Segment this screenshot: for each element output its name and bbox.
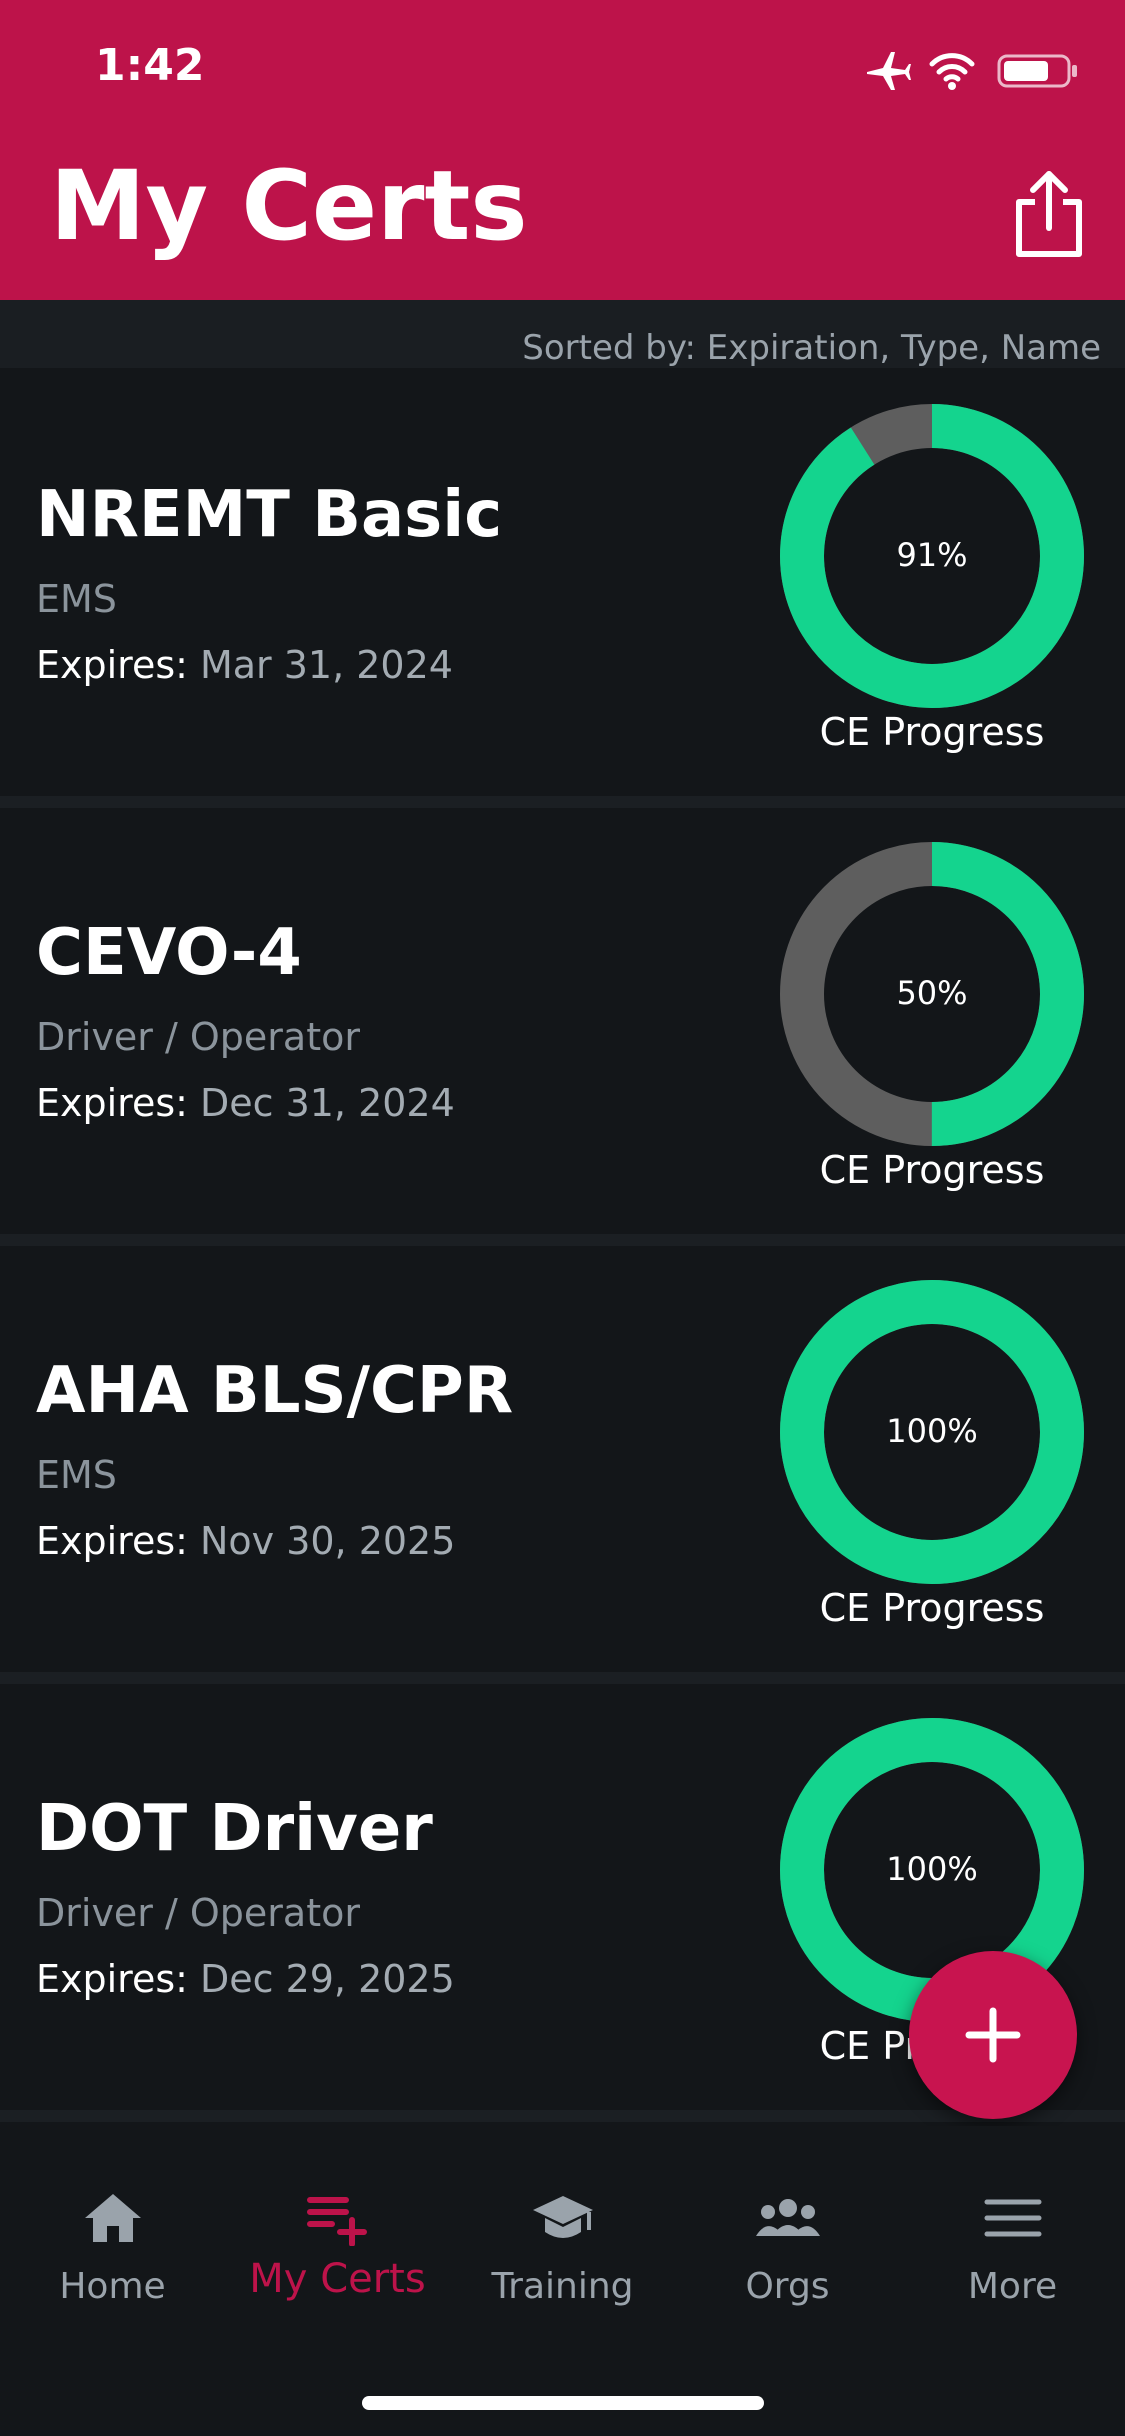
tab-label: Orgs <box>745 2266 830 2307</box>
expires-label: Expires: <box>36 643 188 687</box>
cert-expiry: Expires: Mar 31, 2024 <box>36 643 453 687</box>
tab-more[interactable]: More <box>900 2190 1125 2330</box>
menu-icon <box>984 2199 1041 2237</box>
cert-expiry: Expires: Nov 30, 2025 <box>36 1519 455 1563</box>
expires-date: Dec 29, 2025 <box>199 1957 455 2001</box>
cert-name: CEVO-4 <box>36 916 302 990</box>
ce-progress-percent: 91% <box>896 536 968 574</box>
tab-home[interactable]: Home <box>0 2190 225 2330</box>
wifi-icon <box>929 48 975 92</box>
airplane-icon <box>863 48 913 92</box>
share-button[interactable] <box>1011 168 1087 260</box>
expires-date: Nov 30, 2025 <box>199 1519 456 1563</box>
home-indicator <box>362 2396 764 2410</box>
ce-progress-label: CE Progress <box>819 1148 1045 1192</box>
sort-label[interactable]: Sorted by: Expiration, Type, Name <box>522 328 1101 368</box>
page-title: My Certs <box>50 150 528 262</box>
tab-label: Training <box>491 2266 634 2307</box>
cert-category: Driver / Operator <box>36 1891 360 1935</box>
share-icon <box>1016 171 1082 257</box>
expires-date: Mar 31, 2024 <box>199 643 453 687</box>
cert-name: AHA BLS/CPR <box>36 1354 514 1428</box>
ce-progress-percent: 100% <box>886 1412 978 1450</box>
cert-name: DOT Driver <box>36 1792 433 1866</box>
list-add-icon <box>306 2197 367 2246</box>
cert-expiry: Expires: Dec 29, 2025 <box>36 1957 455 2001</box>
ce-progress-percent: 50% <box>896 974 968 1012</box>
home-icon <box>84 2194 141 2242</box>
users-icon <box>755 2199 820 2236</box>
add-cert-button[interactable] <box>909 1951 1077 2119</box>
cert-category: Driver / Operator <box>36 1015 360 1059</box>
expires-label: Expires: <box>36 1519 188 1563</box>
cert-category: EMS <box>36 1453 117 1497</box>
tab-my-certs[interactable]: My Certs <box>225 2190 450 2330</box>
status-time: 1:42 <box>95 40 205 91</box>
card-divider <box>0 1672 1125 1684</box>
card-divider <box>0 796 1125 808</box>
plus-icon <box>965 2007 1021 2063</box>
expires-date: Dec 31, 2024 <box>199 1081 455 1125</box>
cert-expiry: Expires: Dec 31, 2024 <box>36 1081 455 1125</box>
tab-training[interactable]: Training <box>450 2190 675 2330</box>
tab-label: Home <box>59 2266 166 2307</box>
cert-category: EMS <box>36 577 117 621</box>
tab-label: More <box>967 2266 1058 2307</box>
tab-orgs[interactable]: Orgs <box>675 2190 900 2330</box>
expires-label: Expires: <box>36 1081 188 1125</box>
tab-label: My Certs <box>249 2256 426 2302</box>
ce-progress-percent: 100% <box>886 1850 978 1888</box>
expires-label: Expires: <box>36 1957 188 2001</box>
cert-name: NREMT Basic <box>36 478 503 552</box>
ce-progress-label: CE Progress <box>819 710 1045 754</box>
card-divider <box>0 1234 1125 1246</box>
ce-progress-label: CE Progress <box>819 1586 1045 1630</box>
battery-icon <box>997 48 1081 92</box>
graduation-cap-icon <box>532 2196 593 2238</box>
